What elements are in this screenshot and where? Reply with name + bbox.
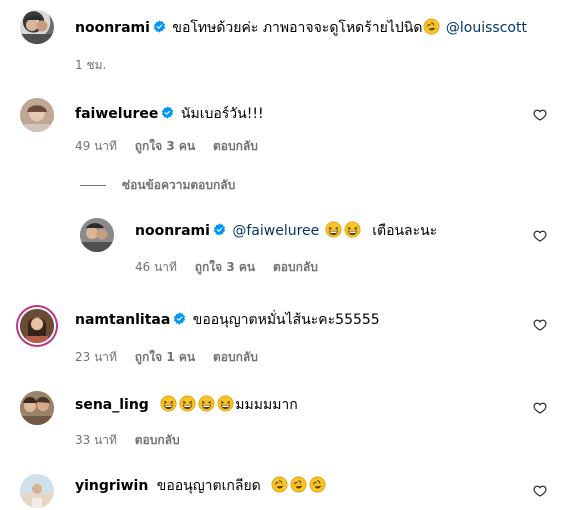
comment-meta: 1 ชม. xyxy=(75,56,120,75)
divider-line xyxy=(80,185,106,186)
like-heart-icon[interactable] xyxy=(533,484,547,498)
username[interactable]: faiweluree xyxy=(75,106,158,122)
comment-line: namtanlitaa ขออนุญาตหมั่นไส้นะคะ55555 xyxy=(75,311,380,329)
username[interactable]: namtanlitaa xyxy=(75,312,170,328)
grinning-squinting-emoji-icon xyxy=(325,221,342,238)
comment-meta: 49 นาที ถูกใจ 3 คน ตอบกลับ xyxy=(75,137,272,156)
timestamp[interactable]: 46 นาที xyxy=(135,260,177,274)
avatar[interactable] xyxy=(20,474,54,508)
rofl-emoji-icon xyxy=(290,476,307,493)
comment-text: มมมมมาก xyxy=(235,397,298,413)
likes-count[interactable]: ถูกใจ 1 คน xyxy=(135,350,195,364)
grinning-squinting-emoji-icon xyxy=(160,395,177,412)
comment-meta: 23 นาที ถูกใจ 1 คน ตอบกลับ xyxy=(75,348,272,367)
reply-button[interactable]: ตอบกลับ xyxy=(213,139,258,153)
comment-line: faiweluree นัมเบอร์วัน!!! xyxy=(75,105,264,123)
comment-line: noonrami @faiweluree เตือนละนะ xyxy=(135,221,437,240)
verified-badge-icon xyxy=(173,312,186,325)
avatar[interactable] xyxy=(80,218,114,252)
username[interactable]: noonrami xyxy=(75,20,150,36)
reply-button[interactable]: ตอบกลับ xyxy=(273,260,318,274)
hide-replies-label: ซ่อนข้อความตอบกลับ xyxy=(122,178,236,192)
avatar[interactable] xyxy=(20,309,54,343)
avatar[interactable] xyxy=(20,391,54,425)
comment-text: นัมเบอร์วัน!!! xyxy=(180,106,264,122)
grinning-squinting-emoji-icon xyxy=(179,395,196,412)
avatar[interactable] xyxy=(20,98,54,132)
comment-text: ขอโทษด้วยค่ะ ภาพอาจจะดูโหดร้ายไปนิด xyxy=(172,20,423,36)
rofl-emoji-icon xyxy=(309,476,326,493)
comment-meta: 33 นาที ตอบกลับ xyxy=(75,431,194,450)
reply-button[interactable]: ตอบกลับ xyxy=(213,350,258,364)
timestamp[interactable]: 49 นาที xyxy=(75,139,117,153)
grinning-squinting-emoji-icon xyxy=(198,395,215,412)
hide-replies-button[interactable]: ซ่อนข้อความตอบกลับ xyxy=(80,176,235,195)
grinning-squinting-emoji-icon xyxy=(344,221,361,238)
comment-text: ขออนุญาตเกลียด xyxy=(156,478,261,494)
comment-meta: 46 นาที ถูกใจ 3 คน ตอบกลับ xyxy=(135,258,332,277)
grinning-squinting-emoji-icon xyxy=(217,395,234,412)
likes-count[interactable]: ถูกใจ 3 คน xyxy=(135,139,195,153)
comment-line: sena_ling มมมมมาก xyxy=(75,395,298,414)
verified-badge-icon xyxy=(153,20,166,33)
rofl-emoji-icon xyxy=(271,476,288,493)
comment-line: yingriwin ขออนุญาตเกลียด xyxy=(75,476,327,495)
rofl-emoji-icon xyxy=(423,18,440,35)
avatar[interactable] xyxy=(20,10,54,44)
mention-link[interactable]: @louisscott xyxy=(446,20,527,36)
mention-link[interactable]: @faiweluree xyxy=(232,223,319,239)
like-heart-icon[interactable] xyxy=(533,108,547,122)
username[interactable]: noonrami xyxy=(135,223,210,239)
verified-badge-icon xyxy=(213,223,226,236)
like-heart-icon[interactable] xyxy=(533,229,547,243)
comment-line: noonrami ขอโทษด้วยค่ะ ภาพอาจจะดูโหดร้ายไ… xyxy=(75,18,527,37)
timestamp[interactable]: 23 นาที xyxy=(75,350,117,364)
timestamp[interactable]: 1 ชม. xyxy=(75,58,106,72)
username[interactable]: yingriwin xyxy=(75,478,148,494)
verified-badge-icon xyxy=(161,106,174,119)
like-heart-icon[interactable] xyxy=(533,318,547,332)
likes-count[interactable]: ถูกใจ 3 คน xyxy=(195,260,255,274)
comment-text: ขออนุญาตหมั่นไส้นะคะ55555 xyxy=(192,312,380,328)
comment-text: เตือนละนะ xyxy=(372,223,438,239)
like-heart-icon[interactable] xyxy=(533,401,547,415)
timestamp[interactable]: 33 นาที xyxy=(75,433,117,447)
username[interactable]: sena_ling xyxy=(75,397,149,413)
reply-button[interactable]: ตอบกลับ xyxy=(135,433,180,447)
